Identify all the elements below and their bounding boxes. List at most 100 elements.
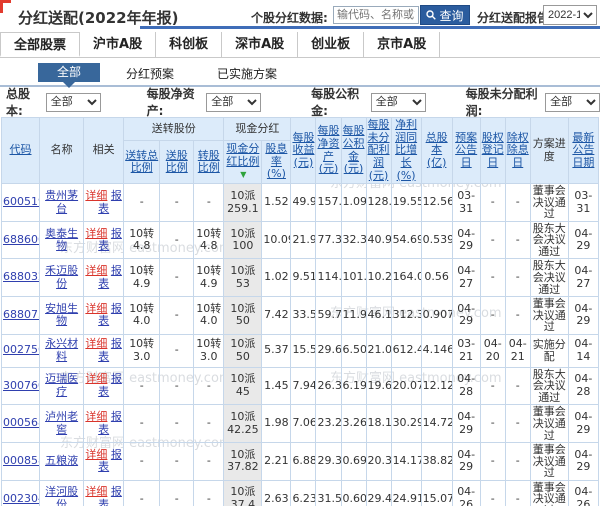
stock-code-link[interactable]: 300760 [3,379,40,392]
name-cell: 禾迈股份 [40,259,84,297]
table-row: 688032禾迈股份详细 报表10转4.9-10转4.910派531.029.5… [2,259,599,297]
column-header-np-growth[interactable]: 净利润同比增长(%) [391,118,421,184]
cell: 15.07 [421,480,452,506]
detail-link[interactable]: 详细 [85,410,107,423]
column-header-eps[interactable]: 每股收益(元) [291,118,316,184]
stock-name-link[interactable]: 永兴材料 [45,337,78,363]
stock-name-link[interactable]: 奥泰生物 [45,227,78,253]
cell: 59.73 [316,297,341,335]
cell: 1.09 [341,184,366,222]
column-header-bonus-ratio[interactable]: 送股比例 [160,141,194,184]
stock-code-link[interactable]: 000568 [3,416,40,429]
tab-sh-a[interactable]: 沪市A股 [80,32,156,57]
column-header-record-date[interactable]: 股权登记日 [480,118,505,184]
search-icon [426,10,436,20]
stock-name-link[interactable]: 贵州茅台 [45,189,78,215]
subtab-all[interactable]: 全部 [38,63,100,82]
column-header-cash-div-ratio[interactable]: 现金分红比例▼ [224,141,262,184]
column-header-xjfh-group: 现金分红 [224,118,291,141]
stock-code-link[interactable]: 600519 [3,195,40,208]
tab-bj-a[interactable]: 京市A股 [364,32,440,57]
title-divider [140,26,600,29]
cell: 6.88 [291,443,316,481]
column-header-bps[interactable]: 每股净资产(元) [316,118,341,184]
related-cell: 详细 报表 [84,443,124,481]
stock-name-link[interactable]: 禾迈股份 [45,264,78,290]
stock-code-link[interactable]: 688075 [3,308,40,321]
filter-capital-reserve-label: 每股公积金: [311,85,365,119]
report-period-select[interactable]: 2022-12-31 [543,5,597,25]
stock-name-link[interactable]: 迈瑞医疗 [45,372,78,398]
column-header-szgf-group: 送转股份 [124,118,224,141]
stock-name-link[interactable]: 洋河股份 [45,485,78,506]
search-label: 个股分红数据: [251,9,328,26]
filter-total-shares-select[interactable]: 全部 [46,93,101,112]
column-header-retained-profit[interactable]: 每股未分配利润(元) [366,118,391,184]
detail-link[interactable]: 详细 [85,372,107,385]
cell: 101.6 [341,259,366,297]
column-header-exdiv-date[interactable]: 除权除息日 [505,118,530,184]
column-header-yield[interactable]: 股息率(%) [262,141,291,184]
column-header-transfer-ratio[interactable]: 转股比例 [194,141,224,184]
column-header-total-ratio[interactable]: 送转总比例 [124,141,160,184]
cell: 10转3.0 [124,334,160,367]
filter-retained-profit-select[interactable]: 全部 [545,93,600,112]
table-row: 688606奥泰生物详细 报表10转4.8-10转4.810派10010.092… [2,221,599,259]
cell: 4.1469 [421,334,452,367]
detail-link[interactable]: 详细 [85,227,107,240]
search-input[interactable] [333,6,419,24]
cell: 03-21 [452,334,480,367]
cell: 21.02 [366,334,391,367]
scheme-tab-bar: 全部 分红预案 已实施方案 [0,58,600,87]
detail-link[interactable]: 详细 [85,485,107,498]
subtab-plan[interactable]: 分红预案 [126,65,174,82]
detail-link[interactable]: 详细 [85,189,107,202]
stock-code-link[interactable]: 002756 [3,343,40,356]
column-header-related: 相关 [84,118,124,184]
active-subtab-pointer-icon [63,82,75,88]
filter-bps-select[interactable]: 全部 [206,93,261,112]
tab-all-stocks[interactable]: 全部股票 [0,32,80,57]
cell: 股东大会决议通过 [530,221,568,259]
stock-name-link[interactable]: 安旭生物 [45,302,78,328]
cell: - [160,405,194,443]
detail-link[interactable]: 详细 [85,337,107,350]
tab-sz-a[interactable]: 深市A股 [222,32,298,57]
column-header-plan-date[interactable]: 预案公告日 [452,118,480,184]
name-cell: 永兴材料 [40,334,84,367]
cell: 04-29 [452,297,480,335]
subtab-implemented[interactable]: 已实施方案 [217,65,277,82]
cell: 04-26 [568,480,598,506]
cell: 04-14 [568,334,598,367]
detail-link[interactable]: 详细 [85,302,107,315]
cell: - [505,259,530,297]
stock-name-link[interactable]: 五粮液 [45,454,78,467]
column-header-code[interactable]: 代码 [2,118,40,184]
cell: 29.61 [316,334,341,367]
cell: 128.4 [366,184,391,222]
name-cell: 迈瑞医疗 [40,367,84,405]
stock-code-link[interactable]: 002304 [3,492,40,505]
column-header-latest-date[interactable]: 最新公告日期 [568,118,598,184]
stock-name-link[interactable]: 泸州老窖 [45,410,78,436]
tab-chinext[interactable]: 创业板 [298,32,364,57]
stock-code-link[interactable]: 688032 [3,270,40,283]
filter-capital-reserve-select[interactable]: 全部 [371,93,426,112]
detail-link[interactable]: 详细 [85,264,107,277]
cell: - [124,480,160,506]
cell: 10转4.8 [124,221,160,259]
stock-code-link[interactable]: 688606 [3,233,40,246]
cell: 6.19 [341,367,366,405]
cell: 04-29 [568,405,598,443]
cell: - [505,221,530,259]
cell: 164.0 [391,259,421,297]
red-corner-mark [0,0,11,13]
column-header-capital-reserve[interactable]: 每股公积金(元) [341,118,366,184]
column-header-total-shares[interactable]: 总股本(亿) [421,118,452,184]
stock-code-link[interactable]: 000858 [3,454,40,467]
detail-link[interactable]: 详细 [85,448,107,461]
tab-star[interactable]: 科创板 [156,32,222,57]
cell: 04-29 [452,405,480,443]
search-button[interactable]: 查询 [420,5,470,25]
cell: - [160,221,194,259]
